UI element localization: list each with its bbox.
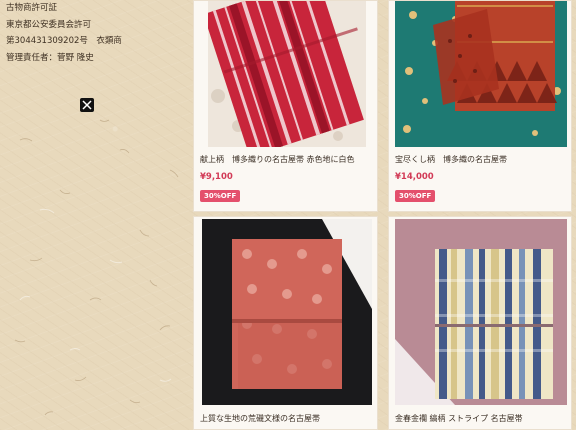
- product-grid: 献上柄 博多織りの名古屋帯 赤色地に白色 ¥9,100 30%OFF 宝尽くし柄…: [193, 0, 576, 430]
- shop-license-info: 古物商許可証 東京都公安委員会許可 第304431309202号 衣類商 管理責…: [6, 0, 186, 66]
- product-card[interactable]: 献上柄 博多織りの名古屋帯 赤色地に白色 ¥9,100 30%OFF: [193, 0, 378, 212]
- product-image[interactable]: [208, 1, 366, 147]
- product-card[interactable]: 上質な生地の荒磯文様の名古屋帯: [193, 216, 378, 430]
- product-price: ¥9,100: [200, 172, 233, 182]
- product-price: ¥14,000: [395, 172, 434, 182]
- product-title[interactable]: 上質な生地の荒磯文様の名古屋帯: [200, 413, 320, 424]
- product-image[interactable]: [202, 219, 372, 405]
- discount-badge: 30%OFF: [395, 190, 436, 202]
- product-card[interactable]: 金春金襴 縞柄 ストライプ 名古屋帯: [388, 216, 572, 430]
- license-line-2: 東京都公安委員会許可: [6, 19, 92, 30]
- product-card[interactable]: 宝尽くし柄 博多織の名古屋帯 ¥14,000 30%OFF: [388, 0, 572, 212]
- product-title[interactable]: 金春金襴 縞柄 ストライプ 名古屋帯: [395, 413, 523, 424]
- license-line-4: 管理責任者：菅野 隆史: [6, 52, 94, 63]
- product-title[interactable]: 宝尽くし柄 博多織の名古屋帯: [395, 154, 507, 165]
- product-image[interactable]: [395, 219, 567, 405]
- discount-badge: 30%OFF: [200, 190, 241, 202]
- product-image[interactable]: [395, 1, 567, 147]
- x-logo-icon[interactable]: [80, 98, 94, 112]
- license-line-1: 古物商許可証: [6, 3, 58, 13]
- license-line-3: 第304431309202号 衣類商: [6, 36, 122, 46]
- product-title[interactable]: 献上柄 博多織りの名古屋帯 赤色地に白色: [200, 154, 355, 165]
